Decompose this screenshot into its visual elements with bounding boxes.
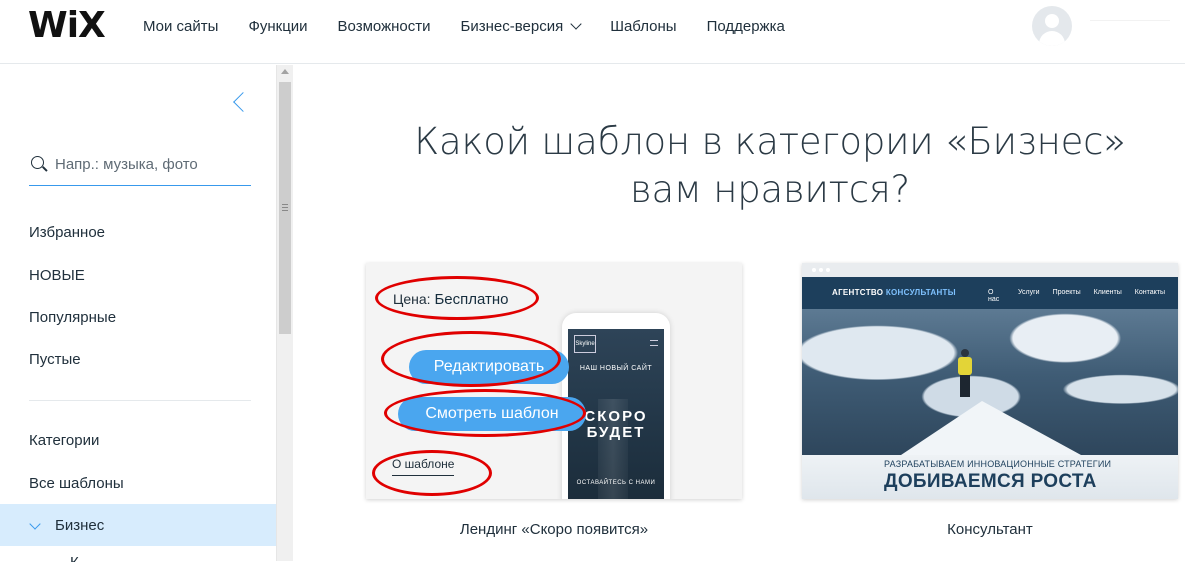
main-nav: Мои сайты Функции Возможности Бизнес-вер… [143,0,815,52]
climber-legs [960,375,970,397]
template-caption-coming-soon[interactable]: Лендинг «Скоро появится» [366,521,742,538]
sidebar-item-new[interactable]: НОВЫЕ [29,267,85,284]
snow-peak [892,401,1092,461]
hamburger-menu-icon [650,340,658,346]
browser-bar [802,263,1178,277]
sidebar-item-business-label: Бизнес [55,517,105,534]
nav-business-label: Бизнес-версия [460,17,564,35]
sidebar-item-popular[interactable]: Популярные [29,309,116,326]
window-dot-icon [826,268,830,272]
search-input[interactable] [55,152,245,176]
grip-icon [282,204,288,211]
climber-head [961,349,969,357]
consultant-link: Услуги [1018,289,1040,296]
sidebar-divider [29,400,251,401]
user-avatar[interactable] [1032,6,1072,46]
user-name-placeholder [1090,20,1170,21]
sidebar: Избранное НОВЫЕ Популярные Пустые Катего… [0,65,276,562]
template-caption-consultant[interactable]: Консультант [802,521,1178,538]
sidebar-item-business[interactable]: Бизнес [0,504,276,546]
chevron-down-icon [570,17,582,30]
consultant-tagline-band: РАЗРАБАТЫВАЕМ ИННОВАЦИОННЫЕ СТРАТЕГИИ ДО… [802,455,1178,499]
categories-heading: Категории [29,432,100,449]
avatar-body-icon [1039,31,1065,46]
annotation-ring-about [372,450,492,496]
sidebar-item-favorites[interactable]: Избранное [29,224,105,241]
sidebar-item-blank[interactable]: Пустые [29,351,81,368]
nav-my-sites[interactable]: Мои сайты [143,18,218,35]
consultant-link: Клиенты [1093,289,1122,296]
annotation-ring-view [384,389,586,437]
window-dot-icon [819,268,823,272]
collapse-sidebar-icon[interactable] [233,92,253,112]
scrollbar-thumb[interactable] [279,82,291,334]
page-title-line2: вам нравится? [629,168,910,211]
tagline-small: РАЗРАБАТЫВАЕМ ИННОВАЦИОННЫЕ СТРАТЕГИИ [884,459,1112,469]
phone-logo: Skyline [574,335,596,353]
avatar-head-icon [1045,14,1059,28]
consultant-brand-accent: КОНСУЛЬТАНТЫ [885,288,956,297]
sidebar-item-all-templates[interactable]: Все шаблоны [29,475,124,492]
nav-business[interactable]: Бизнес-версия [460,17,582,35]
template-card-consultant[interactable]: АГЕНТСТВО КОНСУЛЬТАНТЫ О нас Услуги Прое… [802,263,1178,499]
consultant-links: О нас Услуги Проекты Клиенты Контакты [988,289,1178,303]
consultant-navbar: АГЕНТСТВО КОНСУЛЬТАНТЫ О нас Услуги Прое… [802,277,1178,309]
scroll-up-arrow-icon[interactable] [281,69,289,74]
nav-templates[interactable]: Шаблоны [610,18,676,35]
annotation-ring-price [375,276,539,320]
tagline-big: ДОБИВАЕМСЯ РОСТА [884,471,1097,492]
consultant-brand: АГЕНТСТВО КОНСУЛЬТАНТЫ [832,288,956,297]
mountain-climber-image [802,309,1178,461]
wix-logo[interactable]: WiX [28,8,106,44]
top-header: WiX Мои сайты Функции Возможности Бизнес… [0,0,1185,64]
chevron-down-icon [29,518,41,530]
phone-footer: ОСТАВАЙТЕСЬ С НАМИ [576,480,656,486]
consultant-link: О нас [988,289,1000,303]
consultant-brand-main: АГЕНТСТВО [832,288,884,297]
annotation-ring-edit [381,331,561,387]
consultant-link: Проекты [1052,289,1081,296]
sidebar-scrollbar[interactable] [276,65,293,561]
search-box [29,148,251,186]
climber-jacket [958,357,972,375]
consultant-link: Контакты [1134,289,1165,296]
nav-support[interactable]: Поддержка [707,18,785,35]
nav-features[interactable]: Функции [248,18,307,35]
window-dot-icon [812,268,816,272]
nav-capabilities[interactable]: Возможности [338,18,431,35]
page-title-line1: Какой шаблон в категории «Бизнес» [414,120,1126,163]
page-title: Какой шаблон в категории «Бизнес» вам нр… [380,118,1160,214]
search-icon [31,156,44,169]
phone-subtitle: НАШ НОВЫЙ САЙТ [579,365,653,372]
